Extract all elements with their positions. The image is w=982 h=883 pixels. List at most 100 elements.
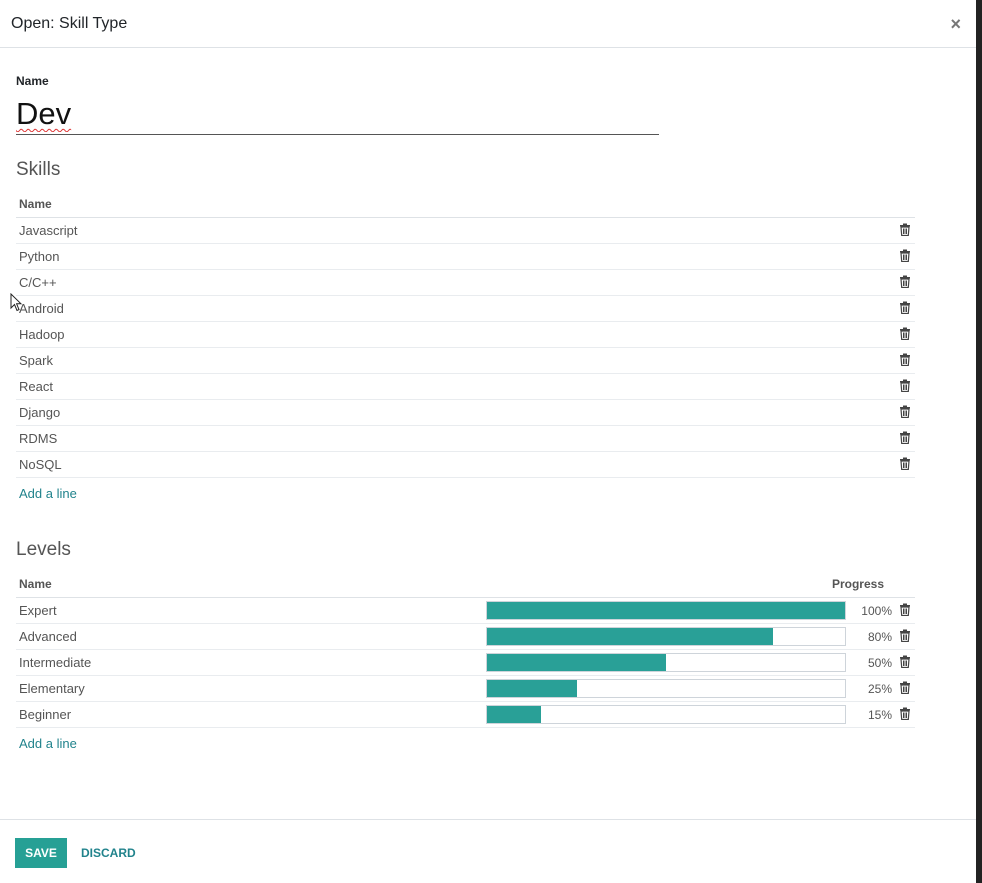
skills-add-line-link[interactable]: Add a line bbox=[16, 478, 80, 509]
progress-bar-fill bbox=[487, 680, 577, 697]
level-progress-cell bbox=[483, 649, 849, 676]
progress-bar[interactable] bbox=[486, 601, 846, 620]
skill-name-cell[interactable]: Python bbox=[16, 243, 895, 270]
level-row[interactable]: Advanced 80% bbox=[16, 623, 915, 650]
skill-row[interactable]: Python bbox=[16, 243, 915, 270]
progress-bar-fill bbox=[487, 628, 774, 645]
trash-icon[interactable] bbox=[899, 457, 911, 470]
dialog-header: Open: Skill Type × bbox=[0, 0, 976, 48]
close-icon[interactable]: × bbox=[946, 13, 965, 35]
skill-name-cell[interactable]: NoSQL bbox=[16, 451, 895, 478]
name-input[interactable] bbox=[16, 94, 659, 134]
level-name-cell[interactable]: Elementary bbox=[16, 675, 483, 702]
skill-name-cell[interactable]: Hadoop bbox=[16, 321, 895, 348]
trash-icon[interactable] bbox=[899, 379, 911, 392]
progress-bar-fill bbox=[487, 602, 845, 619]
trash-icon[interactable] bbox=[899, 405, 911, 418]
skill-delete-cell bbox=[895, 451, 915, 478]
skills-column-actions bbox=[895, 191, 915, 218]
skill-delete-cell bbox=[895, 347, 915, 374]
skill-delete-cell bbox=[895, 425, 915, 452]
save-button[interactable]: SAVE bbox=[15, 837, 67, 868]
discard-button[interactable]: DISCARD bbox=[75, 845, 142, 861]
level-progress-label: 25% bbox=[849, 675, 895, 702]
progress-bar[interactable] bbox=[486, 679, 846, 698]
skill-name-cell[interactable]: C/C++ bbox=[16, 269, 895, 296]
skill-name-cell[interactable]: Django bbox=[16, 399, 895, 426]
trash-icon[interactable] bbox=[899, 655, 911, 668]
levels-add-line-link[interactable]: Add a line bbox=[16, 728, 80, 759]
level-progress-cell bbox=[483, 597, 849, 624]
level-name-cell[interactable]: Expert bbox=[16, 597, 483, 624]
trash-icon[interactable] bbox=[899, 431, 911, 444]
dialog-body: Name Skills Name JavascriptPythonC/C++An… bbox=[0, 48, 976, 818]
trash-icon[interactable] bbox=[899, 681, 911, 694]
skill-row[interactable]: Hadoop bbox=[16, 321, 915, 348]
skill-row[interactable]: Django bbox=[16, 399, 915, 426]
level-name-cell[interactable]: Advanced bbox=[16, 623, 483, 650]
skill-name-cell[interactable]: Spark bbox=[16, 347, 895, 374]
skills-column-name[interactable]: Name bbox=[16, 191, 895, 218]
skill-delete-cell bbox=[895, 269, 915, 296]
skill-name-cell[interactable]: Android bbox=[16, 295, 895, 322]
background-edge bbox=[976, 0, 982, 883]
level-progress-label: 100% bbox=[849, 597, 895, 624]
skills-table: Name Javascript Python C/C++ Android Hadoop S… bbox=[16, 191, 915, 478]
progress-bar[interactable] bbox=[486, 705, 846, 724]
skill-row[interactable]: React bbox=[16, 373, 915, 400]
skill-name-cell[interactable]: React bbox=[16, 373, 895, 400]
trash-icon[interactable] bbox=[899, 629, 911, 642]
skill-delete-cell bbox=[895, 243, 915, 270]
level-progress-cell bbox=[483, 701, 849, 728]
skill-name-cell[interactable]: Javascript bbox=[16, 217, 895, 244]
level-row[interactable]: Expert 100% bbox=[16, 597, 915, 624]
level-row[interactable]: Elementary 25% bbox=[16, 675, 915, 702]
levels-column-progress[interactable]: Progress bbox=[483, 571, 915, 598]
levels-table-body: Expert 100% Advanced 80% Intermediate 50% Elem… bbox=[16, 597, 915, 728]
trash-icon[interactable] bbox=[899, 707, 911, 720]
levels-table: Name Progress Expert 100% Advanced 80% Inter… bbox=[16, 571, 915, 728]
trash-icon[interactable] bbox=[899, 223, 911, 236]
progress-bar[interactable] bbox=[486, 627, 846, 646]
level-delete-cell bbox=[895, 597, 915, 624]
trash-icon[interactable] bbox=[899, 275, 911, 288]
level-delete-cell bbox=[895, 649, 915, 676]
levels-section-title: Levels bbox=[16, 539, 71, 560]
skill-row[interactable]: C/C++ bbox=[16, 269, 915, 296]
trash-icon[interactable] bbox=[899, 603, 911, 616]
trash-icon[interactable] bbox=[899, 301, 911, 314]
trash-icon[interactable] bbox=[899, 353, 911, 366]
progress-bar-fill bbox=[487, 706, 541, 723]
level-row[interactable]: Beginner 15% bbox=[16, 701, 915, 728]
name-field-label: Name bbox=[16, 74, 49, 88]
skill-row[interactable]: Spark bbox=[16, 347, 915, 374]
level-delete-cell bbox=[895, 675, 915, 702]
level-progress-label: 15% bbox=[849, 701, 895, 728]
level-progress-label: 80% bbox=[849, 623, 895, 650]
skills-section-title: Skills bbox=[16, 159, 61, 180]
trash-icon[interactable] bbox=[899, 249, 911, 262]
skill-row[interactable]: NoSQL bbox=[16, 451, 915, 478]
skill-type-dialog: Open: Skill Type × Name Skills Name Java… bbox=[0, 0, 976, 883]
skill-row[interactable]: Javascript bbox=[16, 217, 915, 244]
progress-bar[interactable] bbox=[486, 653, 846, 672]
progress-bar-fill bbox=[487, 654, 666, 671]
levels-header-row: Name Progress bbox=[16, 571, 915, 598]
level-name-cell[interactable]: Intermediate bbox=[16, 649, 483, 676]
mouse-pointer-icon bbox=[10, 293, 22, 312]
name-input-wrapper bbox=[16, 92, 659, 135]
level-delete-cell bbox=[895, 701, 915, 728]
level-delete-cell bbox=[895, 623, 915, 650]
skill-delete-cell bbox=[895, 373, 915, 400]
level-name-cell[interactable]: Beginner bbox=[16, 701, 483, 728]
dialog-footer: SAVE DISCARD bbox=[0, 819, 976, 883]
skill-delete-cell bbox=[895, 217, 915, 244]
level-row[interactable]: Intermediate 50% bbox=[16, 649, 915, 676]
skills-table-body: Javascript Python C/C++ Android Hadoop Spark R… bbox=[16, 217, 915, 478]
skill-row[interactable]: RDMS bbox=[16, 425, 915, 452]
trash-icon[interactable] bbox=[899, 327, 911, 340]
levels-section: Levels Name Progress Expert 100% Advanced 8… bbox=[16, 539, 960, 759]
levels-column-name[interactable]: Name bbox=[16, 571, 483, 598]
skill-name-cell[interactable]: RDMS bbox=[16, 425, 895, 452]
skill-row[interactable]: Android bbox=[16, 295, 915, 322]
